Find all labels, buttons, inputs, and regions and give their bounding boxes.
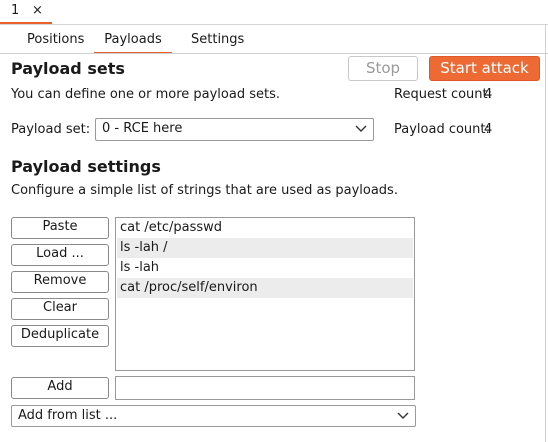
payload-settings-description: Configure a simple list of strings that … xyxy=(11,183,398,198)
chevron-down-icon xyxy=(355,125,367,132)
tab-divider xyxy=(0,53,548,54)
tab-number: 1 xyxy=(11,3,20,18)
stop-button[interactable]: Stop xyxy=(348,56,418,81)
clear-button[interactable]: Clear xyxy=(11,298,109,320)
payload-sets-heading: Payload sets xyxy=(11,59,125,78)
add-from-list-label: Add from list ... xyxy=(18,408,118,423)
request-count-value: 4 xyxy=(484,87,493,102)
deduplicate-button[interactable]: Deduplicate xyxy=(11,325,109,347)
payload-settings-heading: Payload settings xyxy=(11,157,161,176)
payload-set-select[interactable]: 0 - RCE here xyxy=(95,118,374,141)
start-attack-button[interactable]: Start attack xyxy=(429,56,540,81)
payload-count-label: Payload count: xyxy=(394,122,490,137)
payload-count-value: 4 xyxy=(484,122,493,137)
chevron-down-icon xyxy=(397,412,409,419)
attack-tab-1[interactable]: 1 × xyxy=(0,0,52,24)
list-item[interactable]: ls -lah / xyxy=(117,238,413,258)
list-item[interactable]: ls -lah xyxy=(117,258,413,278)
request-count-label: Request count: xyxy=(394,87,492,102)
paste-button[interactable]: Paste xyxy=(11,217,109,239)
close-icon[interactable]: × xyxy=(32,3,43,18)
list-item[interactable]: cat /proc/self/environ xyxy=(117,278,413,298)
load-button[interactable]: Load ... xyxy=(11,244,109,266)
payload-list[interactable]: cat /etc/passwd ls -lah / ls -lah cat /p… xyxy=(115,217,415,371)
tab-settings[interactable]: Settings xyxy=(189,32,246,52)
add-payload-input[interactable] xyxy=(115,376,415,400)
payload-set-label: Payload set: xyxy=(11,122,91,137)
panel-edge xyxy=(545,24,546,442)
payload-sets-description: You can define one or more payload sets. xyxy=(11,87,280,102)
tab-strip xyxy=(0,0,548,25)
list-item[interactable]: cat /etc/passwd xyxy=(117,218,413,238)
payload-set-value: 0 - RCE here xyxy=(102,121,183,136)
tab-positions[interactable]: Positions xyxy=(25,32,86,52)
tab-payloads[interactable]: Payloads xyxy=(94,32,172,54)
remove-button[interactable]: Remove xyxy=(11,271,109,293)
add-button[interactable]: Add xyxy=(11,377,109,399)
add-from-list-select[interactable]: Add from list ... xyxy=(11,405,416,427)
